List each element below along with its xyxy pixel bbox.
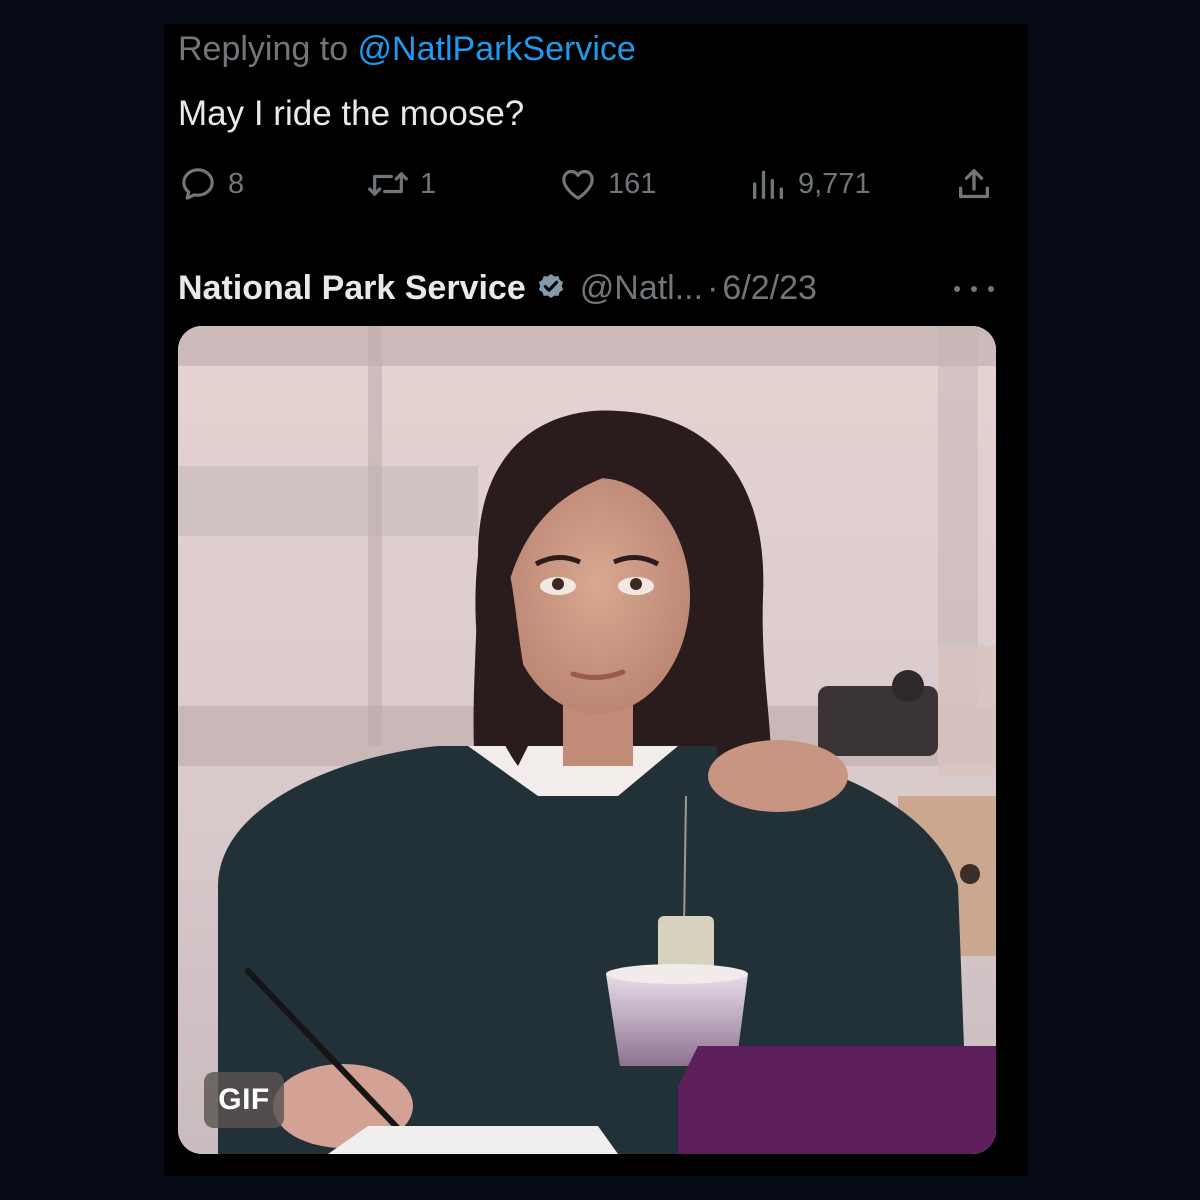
views-count: 9,771 (798, 167, 871, 200)
gif-frame-image (178, 326, 996, 1154)
verified-badge-icon (534, 269, 568, 308)
reply-button[interactable]: 8 (178, 162, 244, 206)
reply-count: 8 (228, 167, 245, 200)
like-count: 161 (608, 167, 657, 200)
author-name-link[interactable]: National Park Service (178, 269, 526, 308)
views-button[interactable]: 9,771 (748, 162, 871, 206)
reply-target-handle-link[interactable]: @NatlParkService (358, 30, 636, 68)
like-button[interactable]: 161 (558, 162, 656, 206)
reply-icon (178, 164, 218, 204)
gif-badge[interactable]: GIF (204, 1072, 284, 1128)
tweet-text: May I ride the moose? (178, 94, 525, 133)
share-button[interactable] (954, 162, 994, 206)
replying-to-line: Replying to @NatlParkService (178, 28, 636, 70)
post-date[interactable]: 6/2/23 (722, 269, 817, 308)
retweet-count: 1 (420, 167, 437, 200)
more-dot (954, 286, 960, 292)
share-icon (954, 164, 994, 204)
quoted-post-header: National Park Service @Natl... · 6/2/23 (178, 266, 817, 310)
tweet-screenshot: Replying to @NatlParkService May I ride … (164, 24, 1028, 1176)
retweet-icon (366, 164, 410, 204)
views-icon (748, 164, 788, 204)
author-handle[interactable]: @Natl... (580, 269, 703, 308)
gif-media[interactable]: GIF (178, 326, 996, 1154)
replying-to-label: Replying to (178, 30, 358, 68)
separator-dot: · (707, 268, 719, 307)
more-dot (971, 286, 977, 292)
retweet-button[interactable]: 1 (366, 162, 436, 206)
like-icon (558, 164, 598, 204)
more-dot (988, 286, 994, 292)
more-options-icon[interactable] (954, 274, 994, 304)
